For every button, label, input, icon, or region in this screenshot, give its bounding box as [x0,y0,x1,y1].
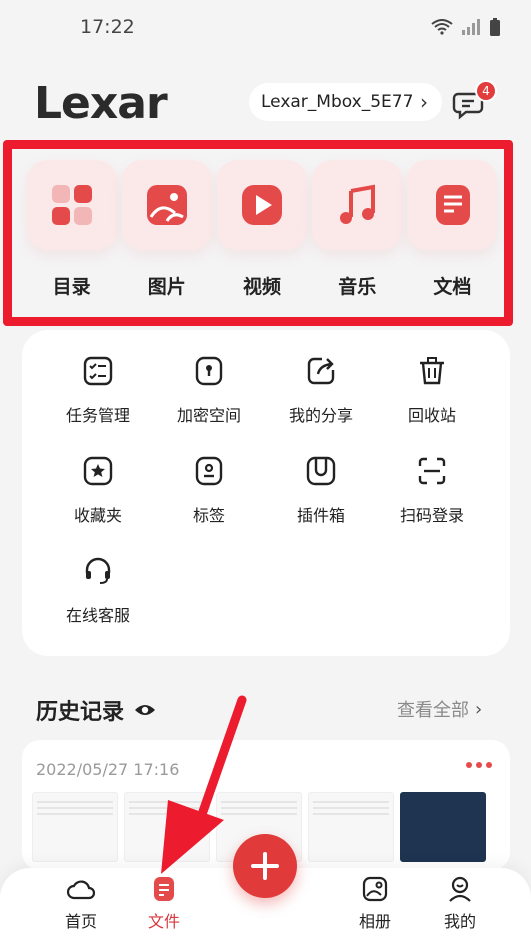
device-name: Lexar_Mbox_5E77 [261,92,414,112]
signal-icon [462,19,480,35]
device-selector[interactable]: Lexar_Mbox_5E77 › [249,83,442,121]
tool-label: 加密空间 [176,406,241,425]
headset-icon [81,554,115,588]
tool-label: 在线客服 [65,606,130,625]
message-count-badge: 4 [475,80,497,102]
tool-recycle-bin[interactable]: 回收站 [372,354,492,426]
nav-label: 文件 [147,912,180,931]
history-title: 历史记录 [36,700,125,725]
lock-box-icon [192,354,226,388]
tool-plugin-box[interactable]: 插件箱 [261,454,381,526]
tag-icon [192,454,226,488]
scan-icon [415,454,449,488]
plus-icon [251,852,279,880]
history-thumbnail[interactable] [400,792,486,862]
tool-tags[interactable]: 标签 [149,454,269,526]
status-bar: 17:22 [0,0,531,56]
tool-online-support[interactable]: 在线客服 [38,554,158,626]
plugin-icon [304,454,338,488]
tool-label: 标签 [192,506,225,525]
tool-encrypted-space[interactable]: 加密空间 [149,354,269,426]
star-box-icon [81,454,115,488]
tool-label: 插件箱 [296,506,345,525]
logo-text: Lexar [34,78,168,129]
file-icon [154,877,174,901]
history-date: 2022/05/27 17:16 [36,760,180,779]
tool-my-shares[interactable]: 我的分享 [261,354,381,426]
battery-icon [490,18,500,36]
view-all-link[interactable]: 查看全部 › [397,696,482,722]
share-icon [304,354,338,388]
lexar-logo: Lexar [34,78,168,129]
album-icon [362,876,388,902]
status-time: 17:22 [80,16,135,38]
profile-icon [449,876,471,902]
tool-scan-login[interactable]: 扫码登录 [372,454,492,526]
tool-label: 扫码登录 [399,506,464,525]
tool-label: 我的分享 [288,406,353,425]
chevron-right-icon: › [475,698,483,720]
wifi-icon [431,19,453,35]
eye-icon[interactable] [134,702,156,718]
view-all-label: 查看全部 [397,700,469,721]
more-options-icon[interactable] [466,762,492,768]
history-thumbnail[interactable] [32,792,118,862]
tool-task-management[interactable]: 任务管理 [38,354,158,426]
history-thumbnail[interactable] [308,792,394,862]
tool-label: 收藏夹 [73,506,122,525]
tool-label: 回收站 [407,406,456,425]
home-cloud-icon [67,880,95,900]
history-heading: 历史记录 [36,694,156,726]
status-icons [431,18,501,36]
highlight-annotation-box [3,140,513,326]
tools-card: 任务管理 加密空间 我的分享 回收站 收藏夹 标签 插件箱 扫码登录 在线客服 [22,330,510,656]
nav-files[interactable]: 文件 [129,876,199,932]
nav-label: 我的 [443,912,476,931]
history-thumbnail[interactable] [124,792,210,862]
nav-home[interactable]: 首页 [46,876,116,932]
add-button[interactable] [233,834,297,898]
nav-mine[interactable]: 我的 [425,876,495,932]
trash-icon [415,354,449,388]
nav-album[interactable]: 相册 [340,876,410,932]
task-list-icon [81,354,115,388]
tool-favorites[interactable]: 收藏夹 [38,454,158,526]
nav-label: 相册 [358,912,391,931]
tool-label: 任务管理 [65,406,130,425]
nav-label: 首页 [64,912,97,931]
chevron-right-icon: › [420,90,428,114]
